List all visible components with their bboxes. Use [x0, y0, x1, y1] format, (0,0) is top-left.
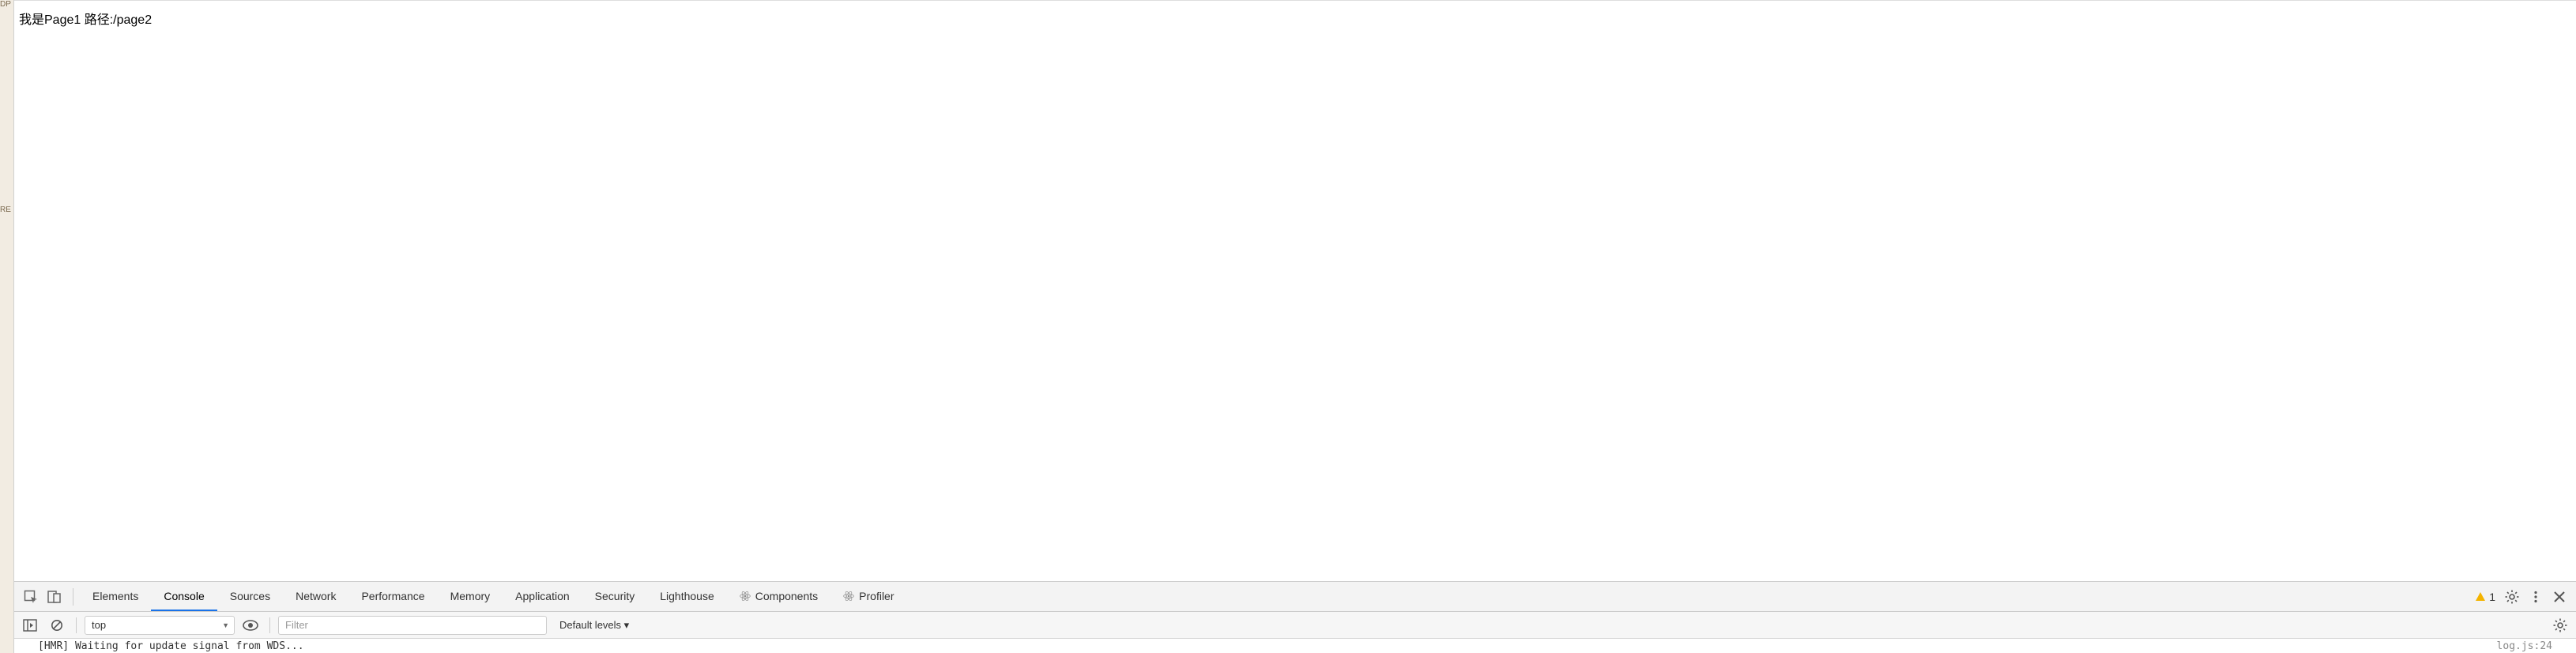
tab-label: Network	[296, 590, 336, 602]
tab-lighthouse[interactable]: Lighthouse	[647, 582, 727, 611]
tab-network[interactable]: Network	[283, 582, 348, 611]
console-log-message: [HMR] Waiting for update signal from WDS…	[38, 640, 2497, 652]
console-toolbar: top Default levels ▾	[14, 612, 2576, 639]
editor-left-strip: DP RE	[0, 0, 14, 653]
edge-label-mid: RE	[0, 206, 11, 214]
tab-label: Elements	[92, 590, 138, 602]
tab-security[interactable]: Security	[582, 582, 648, 611]
react-icon	[843, 591, 854, 602]
tab-label: Memory	[450, 590, 491, 602]
execution-context-label: top	[92, 619, 106, 631]
console-settings-icon[interactable]	[2549, 615, 2571, 636]
tab-elements[interactable]: Elements	[80, 582, 151, 611]
tab-console[interactable]: Console	[151, 582, 217, 611]
devtools-tabstrip: Elements Console Sources Network Perform…	[14, 582, 2576, 612]
tab-label: Components	[755, 590, 818, 602]
clear-console-icon[interactable]	[46, 615, 68, 636]
tab-label: Performance	[361, 590, 424, 602]
close-devtools-icon[interactable]	[2548, 585, 2571, 609]
console-filter-input[interactable]	[278, 616, 547, 635]
device-toolbar-icon[interactable]	[43, 585, 66, 609]
edge-label-top: DP	[0, 0, 11, 9]
warnings-badge[interactable]: 1	[2470, 591, 2500, 603]
more-menu-icon[interactable]	[2524, 585, 2548, 609]
tab-memory[interactable]: Memory	[438, 582, 503, 611]
page-viewport: 我是Page1 路径:/page2	[14, 0, 2576, 581]
tab-label: Security	[595, 590, 635, 602]
toolbar-divider	[76, 617, 77, 633]
log-levels-select[interactable]: Default levels ▾	[552, 619, 637, 632]
tab-label: Profiler	[859, 590, 894, 602]
warning-icon	[2475, 591, 2486, 602]
react-icon	[740, 591, 751, 602]
console-log-source[interactable]: log.js:24	[2497, 640, 2552, 652]
tab-label: Sources	[230, 590, 270, 602]
console-log-row: [HMR] Waiting for update signal from WDS…	[14, 639, 2576, 653]
tab-profiler[interactable]: Profiler	[830, 582, 906, 611]
devtools-panel: Elements Console Sources Network Perform…	[14, 581, 2576, 653]
execution-context-select[interactable]: top	[85, 616, 235, 635]
tab-sources[interactable]: Sources	[217, 582, 283, 611]
warnings-count: 1	[2489, 591, 2495, 603]
settings-icon[interactable]	[2500, 585, 2524, 609]
tab-label: Lighthouse	[660, 590, 714, 602]
toolbar-divider	[269, 617, 270, 633]
page-content-text: 我是Page1 路径:/page2	[19, 13, 152, 27]
console-sidebar-toggle-icon[interactable]	[19, 615, 41, 636]
tab-label: Application	[515, 590, 570, 602]
tab-application[interactable]: Application	[503, 582, 582, 611]
tab-components[interactable]: Components	[727, 582, 830, 611]
inspect-element-icon[interactable]	[19, 585, 43, 609]
log-levels-label: Default levels ▾	[559, 619, 629, 632]
tab-label: Console	[164, 590, 204, 602]
live-expression-icon[interactable]	[239, 615, 262, 636]
tab-performance[interactable]: Performance	[348, 582, 437, 611]
